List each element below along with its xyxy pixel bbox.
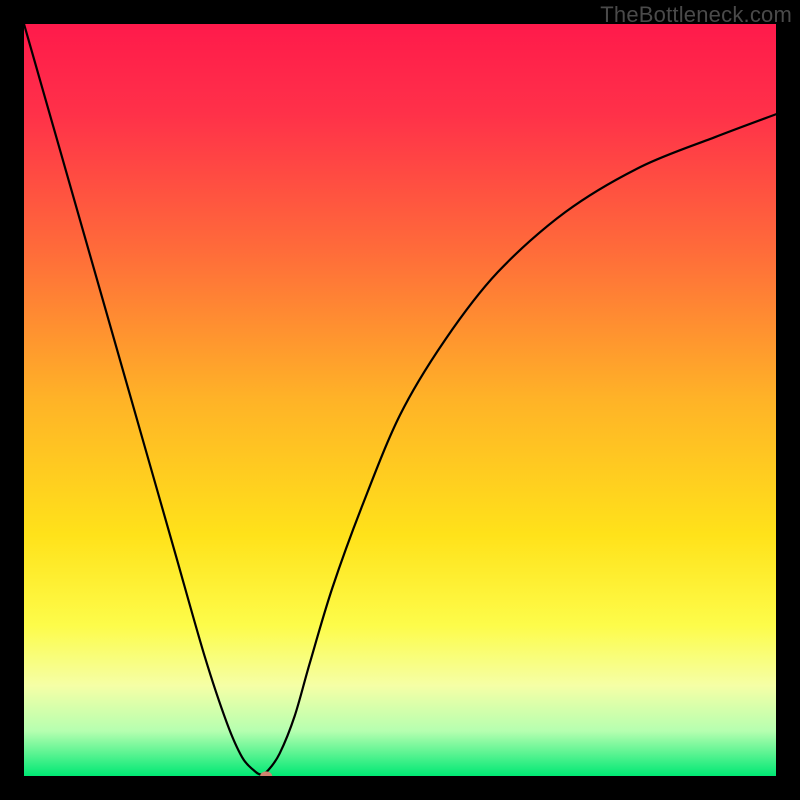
chart-background (24, 24, 776, 776)
chart-frame (24, 24, 776, 776)
bottleneck-chart (24, 24, 776, 776)
